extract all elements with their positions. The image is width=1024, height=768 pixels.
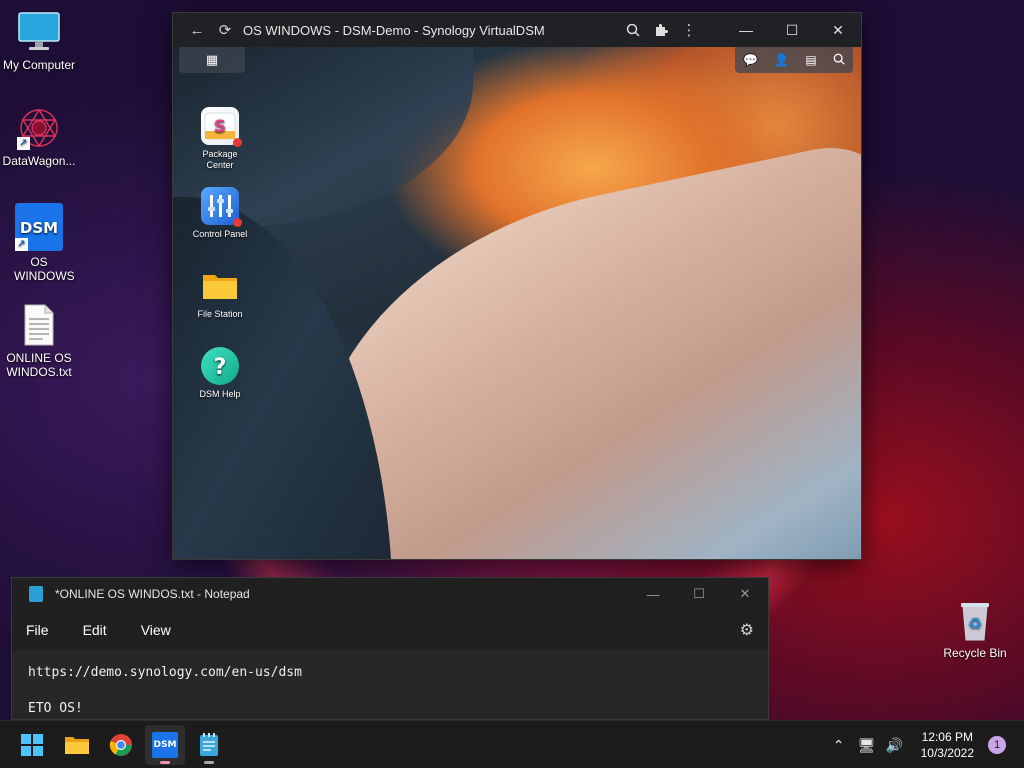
windows-taskbar: DSM ⌃ 🖥 🔊 12:06 PM 10/3/2022 1 [0,720,1024,768]
dsm-app-label: Control Panel [192,229,248,239]
notepad-icon [200,733,218,756]
active-indicator [160,761,170,764]
folder-icon [201,267,239,305]
svg-text:♻: ♻ [968,614,982,633]
dsm-app-file-station[interactable]: File Station [189,267,251,320]
extensions-icon[interactable] [647,16,675,44]
desktop-icon-label: DataWagon... [2,154,76,168]
system-tray: ⌃ 🖥 🔊 12:06 PM 10/3/2022 1 [827,721,1024,768]
windows-logo-icon [21,734,43,756]
help-icon: ? [201,347,239,385]
dsm-desktop-area[interactable]: ▦ 💬 👤 ▤ S Package Center Control Panel F… [173,47,861,559]
notepad-title: *ONLINE OS WINDOS.txt - Notepad [55,587,250,601]
desktop-icon-my-computer[interactable]: My Computer [0,10,78,72]
notification-dot [233,218,242,227]
close-icon[interactable]: ✕ [815,13,861,47]
notepad-titlebar[interactable]: *ONLINE OS WINDOS.txt - Notepad — ☐ ✕ [12,578,768,610]
dsm-window-titlebar[interactable]: ← ⟳ OS WINDOWS - DSM-Demo - Synology Vir… [173,13,861,47]
minimize-icon[interactable]: — [630,578,676,610]
taskbar-dsm[interactable]: DSM [145,725,185,765]
desktop-icon-label: Recycle Bin [943,646,1007,660]
dsm-browser-window[interactable]: ← ⟳ OS WINDOWS - DSM-Demo - Synology Vir… [172,12,862,560]
more-menu-icon[interactable]: ⋮ [675,16,703,44]
desktop-icon-os-windows[interactable]: DSM ↗ OS WINDOWS [0,203,78,283]
desktop-icon-text-file[interactable]: ONLINE OS WINDOS.txt [0,303,78,379]
text-line: ETO OS! [28,701,83,716]
zoom-icon[interactable] [619,16,647,44]
clock-date: 10/3/2022 [920,746,974,760]
settings-gear-icon[interactable]: ⚙ [740,620,754,640]
reload-icon[interactable]: ⟳ [211,16,239,44]
grid-icon: ▦ [205,52,219,67]
monitor-icon [17,10,61,54]
dsm-app-label: File Station [197,309,243,319]
menu-file[interactable]: File [26,622,49,638]
user-icon[interactable]: 👤 [774,53,789,67]
text-line: https://demo.synology.com/en-us/dsm [28,665,302,680]
clock-time: 12:06 PM [921,730,973,744]
menu-edit[interactable]: Edit [83,622,107,638]
volume-icon[interactable]: 🔊 [883,737,907,754]
dsm-main-menu-button[interactable]: ▦ [179,47,245,73]
notepad-window[interactable]: *ONLINE OS WINDOS.txt - Notepad — ☐ ✕ Fi… [11,577,769,720]
dsm-app-label: Package Center [202,149,238,170]
running-indicator [204,761,214,764]
chrome-icon [109,734,132,756]
dsm-app-icon: DSM ↗ [15,203,63,251]
package-center-icon: S [201,107,242,147]
notification-badge[interactable]: 1 [988,736,1006,754]
dsm-top-tray: 💬 👤 ▤ [735,47,853,73]
taskbar-notepad[interactable] [189,725,229,765]
maximize-icon[interactable]: ☐ [769,13,815,47]
svg-text:?: ? [214,355,227,380]
recycle-bin-icon: ♻ [953,598,997,642]
search-icon[interactable] [833,53,845,68]
svg-text:S: S [214,117,226,137]
control-panel-icon [201,187,242,227]
dsm-app-label: DSM Help [199,389,241,399]
desktop-icon-datawagon[interactable]: ↗ DataWagon... [0,106,78,168]
text-file-icon [17,303,61,347]
window-title: OS WINDOWS - DSM-Demo - Synology Virtual… [243,22,545,38]
minimize-icon[interactable]: — [723,13,769,47]
close-icon[interactable]: ✕ [722,578,768,610]
shortcut-arrow-icon: ↗ [17,137,30,150]
notepad-menubar: File Edit View ⚙ [12,610,768,650]
notepad-text-area[interactable]: https://demo.synology.com/en-us/dsm ETO … [12,650,768,719]
dsm-app-package-center[interactable]: S Package Center [189,107,251,171]
widgets-icon[interactable]: ▤ [805,53,816,67]
desktop-icon-recycle-bin[interactable]: ♻ Recycle Bin [936,598,1014,660]
desktop-icon-label: ONLINE OS WINDOS.txt [6,351,72,379]
maximize-icon[interactable]: ☐ [676,578,722,610]
taskbar-file-explorer[interactable] [57,725,97,765]
taskbar-chrome[interactable] [101,725,141,765]
shortcut-arrow-icon: ↗ [15,238,28,251]
svg-text:DSM: DSM [20,219,58,237]
taskbar-clock[interactable]: 12:06 PM 10/3/2022 [921,729,974,761]
datawagon-logo-icon: ↗ [17,106,61,150]
desktop-icon-label: OS WINDOWS [14,255,75,283]
start-button[interactable] [12,725,52,765]
notification-dot [233,138,242,147]
chat-icon[interactable]: 💬 [743,53,758,67]
back-arrow-icon[interactable]: ← [183,16,211,44]
dsm-taskbar-label: DSM [153,740,177,750]
menu-view[interactable]: View [141,622,171,638]
dsm-app-control-panel[interactable]: Control Panel [189,187,251,240]
notepad-app-icon [29,586,43,602]
chevron-up-icon[interactable]: ⌃ [827,737,851,754]
folder-icon [65,737,89,754]
dsm-app-dsm-help[interactable]: ? DSM Help [189,347,251,400]
network-icon[interactable]: 🖥 [855,737,879,754]
desktop-icon-label: My Computer [2,58,76,72]
